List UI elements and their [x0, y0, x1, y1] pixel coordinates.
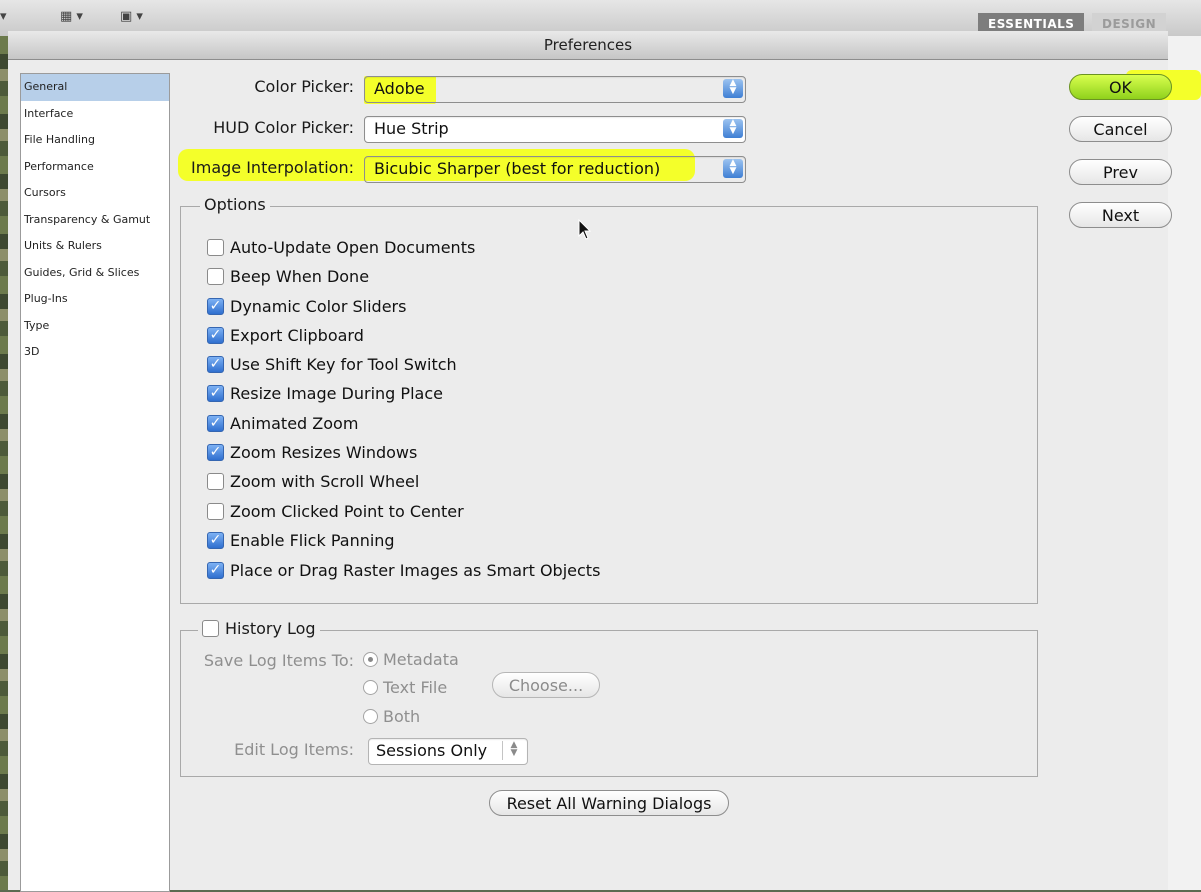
option-use-shift-key-for-tool-switch[interactable]: ✓ Use Shift Key for Tool Switch	[207, 353, 457, 375]
document-canvas-edge	[0, 36, 8, 890]
checkbox-icon[interactable]	[207, 267, 224, 285]
checkmark-icon[interactable]: ✓	[207, 414, 224, 432]
prev-button[interactable]: Prev	[1069, 159, 1172, 185]
preferences-sidebar: General Interface File Handling Performa…	[20, 73, 170, 892]
option-label: Zoom Resizes Windows	[230, 442, 418, 462]
screen-mode-icon[interactable]: ▣ ▾	[120, 9, 143, 24]
choose-button[interactable]: Choose...	[492, 672, 600, 698]
sidebar-item-3d[interactable]: 3D	[21, 339, 169, 366]
radio-selected-icon[interactable]	[363, 651, 378, 667]
checkmark-icon[interactable]: ✓	[207, 384, 224, 402]
sidebar-item-general[interactable]: General	[21, 74, 169, 101]
color-picker-select[interactable]: Adobe ▲ ▼	[364, 76, 746, 103]
checkmark-icon[interactable]: ✓	[207, 443, 224, 461]
sidebar-item-file-handling[interactable]: File Handling	[21, 127, 169, 154]
edit-log-items-value: Sessions Only	[376, 741, 488, 760]
option-label: Beep When Done	[230, 266, 370, 286]
dialog-title: Preferences	[8, 31, 1168, 60]
option-label: Auto-Update Open Documents	[230, 237, 476, 257]
select-arrows-icon: ▲ ▼	[723, 79, 743, 98]
option-label: Enable Flick Panning	[230, 530, 395, 550]
sidebar-item-units-rulers[interactable]: Units & Rulers	[21, 233, 169, 260]
option-label: Zoom Clicked Point to Center	[230, 501, 464, 521]
checkmark-icon[interactable]: ✓	[207, 297, 224, 315]
option-resize-image-during-place[interactable]: ✓ Resize Image During Place	[207, 382, 443, 404]
history-log-checkbox[interactable]	[202, 620, 219, 637]
checkbox-icon[interactable]	[207, 502, 224, 520]
option-label: Animated Zoom	[230, 413, 359, 433]
history-log-title: History Log	[225, 619, 316, 638]
cancel-button[interactable]: Cancel	[1069, 116, 1172, 142]
preferences-dialog: Preferences General Interface File Handl…	[8, 31, 1168, 892]
sidebar-item-transparency-gamut[interactable]: Transparency & Gamut	[21, 207, 169, 234]
option-label: Use Shift Key for Tool Switch	[230, 354, 457, 374]
option-enable-flick-panning[interactable]: ✓ Enable Flick Panning	[207, 529, 395, 551]
color-picker-value: Adobe	[374, 79, 425, 98]
checkmark-icon[interactable]: ✓	[207, 561, 224, 579]
options-group-title: Options	[200, 195, 270, 214]
option-place-raster-as-smart-objects[interactable]: ✓ Place or Drag Raster Images as Smart Ob…	[207, 559, 600, 581]
dialog-right-edge	[1168, 36, 1201, 890]
option-zoom-clicked-point-to-center[interactable]: Zoom Clicked Point to Center	[207, 500, 464, 522]
option-label: Export Clipboard	[230, 325, 364, 345]
option-label: Zoom with Scroll Wheel	[230, 471, 420, 491]
image-interpolation-select[interactable]: Bicubic Sharper (best for reduction) ▲ ▼	[364, 156, 746, 183]
option-export-clipboard[interactable]: ✓ Export Clipboard	[207, 324, 364, 346]
radio-both[interactable]: Both	[363, 705, 420, 727]
radio-label: Both	[383, 706, 421, 726]
arrange-documents-icon[interactable]: ▦ ▾	[60, 9, 83, 24]
sidebar-item-type[interactable]: Type	[21, 313, 169, 340]
option-dynamic-color-sliders[interactable]: ✓ Dynamic Color Sliders	[207, 295, 406, 317]
option-zoom-with-scroll-wheel[interactable]: Zoom with Scroll Wheel	[207, 470, 419, 492]
checkmark-icon[interactable]: ✓	[207, 531, 224, 549]
checkbox-icon[interactable]	[207, 472, 224, 490]
ok-button[interactable]: OK	[1069, 74, 1172, 100]
sidebar-item-performance[interactable]: Performance	[21, 154, 169, 181]
image-interpolation-label: Image Interpolation:	[191, 158, 354, 177]
sidebar-item-plug-ins[interactable]: Plug-Ins	[21, 286, 169, 313]
sidebar-item-interface[interactable]: Interface	[21, 101, 169, 128]
hud-color-picker-select[interactable]: Hue Strip ▲ ▼	[364, 116, 746, 143]
radio-label: Metadata	[383, 649, 459, 669]
option-zoom-resizes-windows[interactable]: ✓ Zoom Resizes Windows	[207, 441, 417, 463]
checkmark-icon[interactable]: ✓	[207, 326, 224, 344]
edit-log-items-label: Edit Log Items:	[234, 740, 354, 759]
color-picker-label: Color Picker:	[254, 77, 354, 96]
option-auto-update-open-documents[interactable]: Auto-Update Open Documents	[207, 236, 475, 258]
option-label: Place or Drag Raster Images as Smart Obj…	[230, 560, 601, 580]
save-log-items-label: Save Log Items To:	[203, 651, 354, 670]
option-beep-when-done[interactable]: Beep When Done	[207, 265, 369, 287]
option-label: Dynamic Color Sliders	[230, 296, 407, 316]
option-animated-zoom[interactable]: ✓ Animated Zoom	[207, 412, 358, 434]
hud-color-picker-value: Hue Strip	[374, 119, 449, 138]
radio-empty-icon[interactable]	[363, 679, 378, 695]
edit-log-items-select[interactable]: Sessions Only ▲ ▼	[368, 738, 528, 765]
option-label: Resize Image During Place	[230, 383, 443, 403]
select-arrows-icon: ▲ ▼	[723, 119, 743, 138]
sidebar-item-cursors[interactable]: Cursors	[21, 180, 169, 207]
radio-label: Text File	[383, 677, 448, 697]
image-interpolation-value: Bicubic Sharper (best for reduction)	[374, 159, 661, 178]
checkmark-icon[interactable]: ✓	[207, 355, 224, 373]
select-arrows-icon: ▲ ▼	[502, 741, 525, 760]
next-button[interactable]: Next	[1069, 202, 1172, 228]
history-log-header: History Log	[198, 619, 320, 638]
reset-all-warning-dialogs-button[interactable]: Reset All Warning Dialogs	[489, 790, 729, 816]
radio-empty-icon[interactable]	[363, 708, 378, 724]
select-arrows-icon: ▲ ▼	[723, 159, 743, 178]
toolbar-dropdown-arrow-icon[interactable]: ▾	[0, 9, 7, 24]
hud-color-picker-label: HUD Color Picker:	[213, 118, 354, 137]
sidebar-item-guides-grid-slices[interactable]: Guides, Grid & Slices	[21, 260, 169, 287]
radio-text-file[interactable]: Text File	[363, 676, 447, 698]
checkbox-icon[interactable]	[207, 238, 224, 256]
radio-metadata[interactable]: Metadata	[363, 648, 459, 670]
